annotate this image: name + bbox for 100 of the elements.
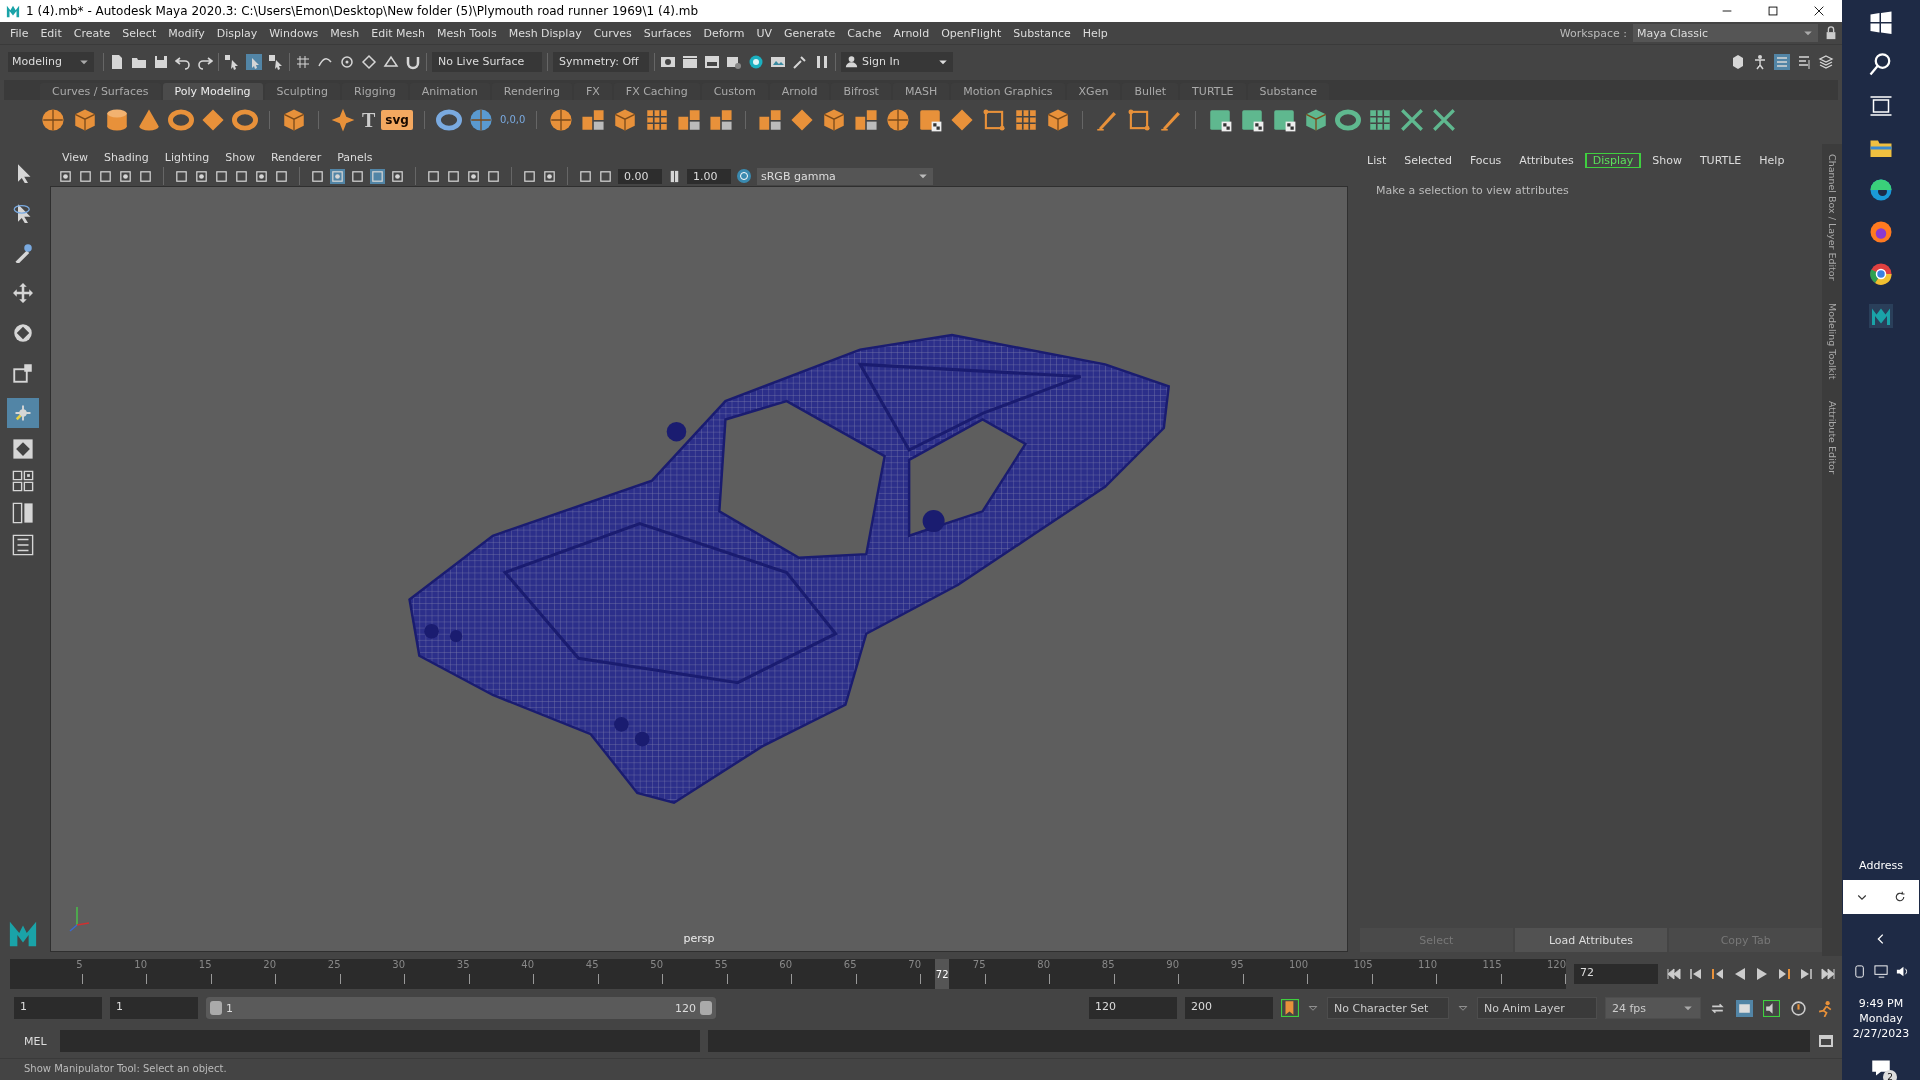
attribute-menu-item[interactable]: Focus: [1462, 152, 1509, 168]
menu-item[interactable]: Substance: [1007, 26, 1077, 40]
diamond-icon[interactable]: [200, 107, 226, 133]
object-select-icon[interactable]: [246, 53, 262, 70]
go-to-end-icon[interactable]: [1820, 966, 1836, 982]
new-file-icon[interactable]: [109, 53, 125, 70]
previous-key-icon[interactable]: [1710, 966, 1726, 982]
snowflake-icon[interactable]: 0,0,0: [499, 115, 526, 125]
grid-snap-icon[interactable]: [295, 53, 311, 70]
panel-menu-item[interactable]: Shading: [104, 150, 149, 164]
point-snap-icon[interactable]: [339, 53, 355, 70]
search-icon[interactable]: [1869, 52, 1893, 76]
command-input-field[interactable]: [60, 1030, 700, 1052]
menu-item[interactable]: Generate: [777, 26, 842, 40]
type-tool-icon[interactable]: T: [362, 108, 376, 132]
menu-item[interactable]: Display: [210, 26, 264, 40]
menu-item[interactable]: Surfaces: [637, 26, 698, 40]
step-back-icon[interactable]: [1688, 966, 1704, 982]
current-frame-field[interactable]: 72: [1574, 964, 1658, 984]
attribute-menu-item[interactable]: List: [1360, 152, 1394, 168]
start-frame-field[interactable]: 1: [14, 997, 102, 1019]
character-set-dropdown[interactable]: No Character Set: [1327, 997, 1449, 1019]
menu-item[interactable]: Cache: [841, 26, 888, 40]
human-figure-icon[interactable]: [1752, 53, 1768, 70]
exposure-field[interactable]: 0.00: [618, 168, 662, 184]
attribute-button[interactable]: Load Attributes: [1514, 928, 1668, 952]
cache-playback-icon[interactable]: [1736, 999, 1753, 1017]
maya-app-icon[interactable]: [1869, 304, 1893, 328]
ring-browser-icon[interactable]: [1869, 262, 1893, 286]
menu-item[interactable]: Create: [67, 26, 117, 40]
sphere-icon[interactable]: [40, 107, 66, 133]
end-frame-field[interactable]: 200: [1185, 997, 1273, 1019]
cube-icon[interactable]: [72, 107, 98, 133]
four-pane-layout-icon[interactable]: [12, 470, 34, 492]
command-language-label[interactable]: MEL: [24, 1034, 52, 1048]
disc-icon[interactable]: [232, 107, 258, 133]
sign-in-dropdown[interactable]: Sign In: [841, 51, 953, 72]
component-select-icon[interactable]: [268, 53, 284, 70]
maximize-icon[interactable]: [1766, 4, 1780, 18]
sound-icon[interactable]: [1763, 999, 1780, 1017]
script-editor-icon[interactable]: [1818, 1033, 1834, 1049]
playback-end-field[interactable]: 120: [1089, 997, 1177, 1019]
panel-menu-item[interactable]: Show: [225, 150, 255, 164]
panel-menu-item[interactable]: Lighting: [164, 150, 210, 164]
color-space-dropdown[interactable]: sRGB gamma: [757, 167, 933, 185]
attribute-menu-item[interactable]: Help: [1752, 152, 1792, 168]
two-pane-layout-icon[interactable]: [12, 502, 34, 524]
single-pane-layout-icon[interactable]: [12, 438, 34, 460]
menu-item[interactable]: Mesh: [324, 26, 366, 40]
attribute-menu-item[interactable]: Display: [1584, 152, 1642, 168]
attribute-menu-item[interactable]: TURTLE: [1692, 152, 1749, 168]
attribute-menu-item[interactable]: Selected: [1397, 152, 1459, 168]
channel-box-icon[interactable]: [1774, 53, 1790, 70]
menu-item[interactable]: Curves: [587, 26, 638, 40]
close-icon[interactable]: [1812, 4, 1826, 18]
fps-dropdown[interactable]: 24 fps: [1605, 997, 1701, 1019]
range-handle[interactable]: [210, 1001, 222, 1015]
side-tab[interactable]: Modeling Toolkit: [1826, 302, 1838, 380]
clock-time[interactable]: 9:49 PM: [1858, 997, 1904, 1010]
side-tab[interactable]: Channel Box / Layer Editor: [1826, 154, 1838, 281]
lock-icon[interactable]: [1824, 26, 1838, 40]
step-forward-icon[interactable]: [1798, 966, 1814, 982]
menu-item[interactable]: OpenFlight: [935, 26, 1008, 40]
menu-item[interactable]: UV: [750, 26, 778, 40]
svg-tool-icon[interactable]: svg: [381, 110, 413, 130]
ipr-render-icon[interactable]: [704, 53, 720, 70]
menu-item[interactable]: Help: [1076, 26, 1114, 40]
swirl-browser-icon[interactable]: [1869, 178, 1893, 202]
menu-item[interactable]: Mesh Display: [502, 26, 588, 40]
attribute-menu-item[interactable]: Show: [1645, 152, 1689, 168]
workspace-dropdown[interactable]: Maya Classic: [1633, 24, 1818, 42]
menu-item[interactable]: Mesh Tools: [431, 26, 503, 40]
pause-icon[interactable]: [814, 53, 830, 70]
menu-item[interactable]: Edit: [34, 26, 68, 40]
windows-logo-icon[interactable]: [1869, 10, 1893, 34]
menu-item[interactable]: Edit Mesh: [365, 26, 432, 40]
torus-icon[interactable]: [168, 107, 194, 133]
playhead[interactable]: 72: [935, 959, 950, 989]
address-field[interactable]: [1843, 880, 1919, 914]
go-to-start-icon[interactable]: [1666, 966, 1682, 982]
task-view-icon[interactable]: [1869, 94, 1893, 118]
menu-item[interactable]: Select: [116, 26, 163, 40]
side-tab[interactable]: Attribute Editor: [1826, 401, 1838, 475]
hierarchy-select-icon[interactable]: [224, 53, 240, 70]
mode-dropdown[interactable]: Modeling: [8, 51, 94, 72]
notification-icon[interactable]: [1871, 1058, 1891, 1078]
save-icon[interactable]: [153, 53, 169, 70]
menu-item[interactable]: Arnold: [887, 26, 936, 40]
running-figure-icon[interactable]: [1817, 999, 1834, 1017]
range-handle[interactable]: [700, 1001, 712, 1015]
layers-icon[interactable]: [1818, 53, 1834, 70]
menu-item[interactable]: Modify: [162, 26, 211, 40]
menu-item[interactable]: Deform: [697, 26, 751, 40]
auto-key-icon[interactable]: [1281, 999, 1299, 1017]
next-key-icon[interactable]: [1776, 966, 1792, 982]
star-icon[interactable]: [330, 107, 356, 133]
timeline-track[interactable]: 5 10 15 20 25 30 35 40 45 50 55 60 65 70 75 80 85 90 95 100 105 110 115 120 72: [10, 959, 1566, 989]
surface-snap-icon[interactable]: [383, 53, 399, 70]
shelf-tab[interactable]: Poly Modeling: [162, 83, 263, 100]
menu-item[interactable]: Windows: [263, 26, 325, 40]
